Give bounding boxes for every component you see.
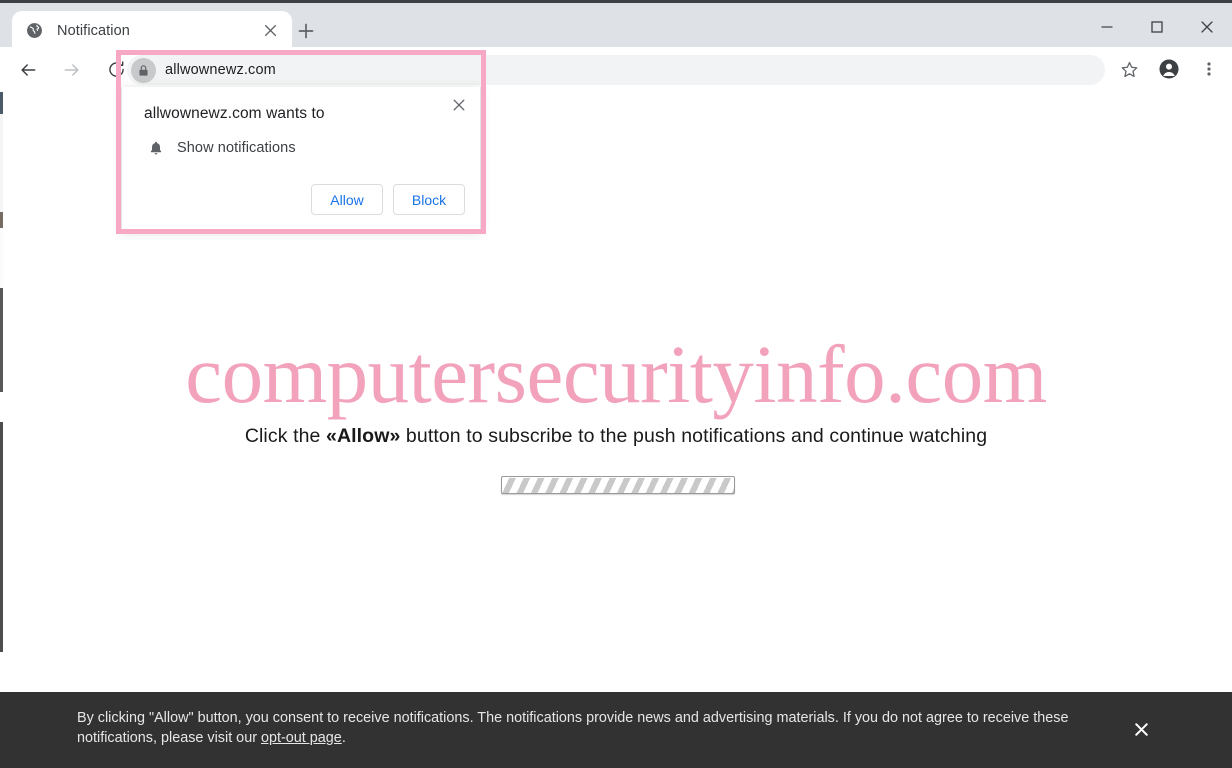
consent-line-2-prefix: please visit our: [161, 729, 261, 746]
consent-line-2-suffix: .: [341, 729, 346, 746]
instruction-suffix: button to subscribe to the push notifica…: [400, 424, 988, 447]
block-button[interactable]: Block: [393, 184, 465, 215]
forward-button[interactable]: [54, 52, 90, 88]
tab-title: Notification: [57, 22, 130, 39]
consent-banner: By clicking "Allow" button, you consent …: [0, 692, 1232, 768]
browser-tab[interactable]: Notification: [12, 11, 292, 50]
close-icon[interactable]: [258, 19, 282, 43]
consent-banner-text: By clicking "Allow" button, you consent …: [77, 709, 1097, 748]
dialog-close-icon[interactable]: [446, 92, 472, 118]
bell-icon: [145, 137, 167, 159]
permission-row: Show notifications: [145, 137, 296, 159]
back-button[interactable]: [10, 52, 46, 88]
site-watermark: computersecurityinfo.com: [185, 328, 1047, 420]
minimize-button[interactable]: [1082, 6, 1132, 48]
tab-strip: Notification: [0, 0, 1232, 50]
instruction-text: Click the «Allow» button to subscribe to…: [0, 425, 1232, 448]
profile-avatar-icon[interactable]: [1152, 52, 1186, 86]
browser-toolbar: allwownewz.com: [0, 47, 1232, 92]
globe-icon: [26, 22, 43, 39]
page-hero: computersecurityinfo.com Click the «Allo…: [0, 328, 1232, 494]
window-controls: [1082, 6, 1232, 48]
address-bar[interactable]: allwownewz.com: [127, 55, 1105, 85]
maximize-button[interactable]: [1132, 6, 1182, 48]
bookmark-star-icon[interactable]: [1112, 52, 1146, 86]
dialog-title: allwownewz.com wants to: [144, 105, 325, 122]
dialog-actions: Allow Block: [311, 184, 465, 215]
loading-bar: [501, 476, 735, 494]
lock-icon: [131, 57, 156, 83]
new-tab-button[interactable]: [292, 17, 320, 45]
permission-label: Show notifications: [177, 140, 296, 156]
url-text: allwownewz.com: [165, 62, 276, 78]
notification-permission-dialog: allwownewz.com wants to Show notificatio…: [121, 87, 481, 230]
allow-button[interactable]: Allow: [311, 184, 383, 215]
banner-close-icon[interactable]: [1128, 716, 1154, 742]
instruction-emphasis: «Allow»: [326, 424, 401, 447]
chrome-menu-icon[interactable]: [1192, 52, 1226, 86]
opt-out-link[interactable]: opt-out page: [261, 730, 342, 746]
browser-window: Notification allwownewz.com computersecu…: [0, 0, 1232, 768]
close-button[interactable]: [1182, 6, 1232, 48]
instruction-prefix: Click the: [244, 424, 327, 447]
toolbar-actions: [1106, 52, 1226, 86]
